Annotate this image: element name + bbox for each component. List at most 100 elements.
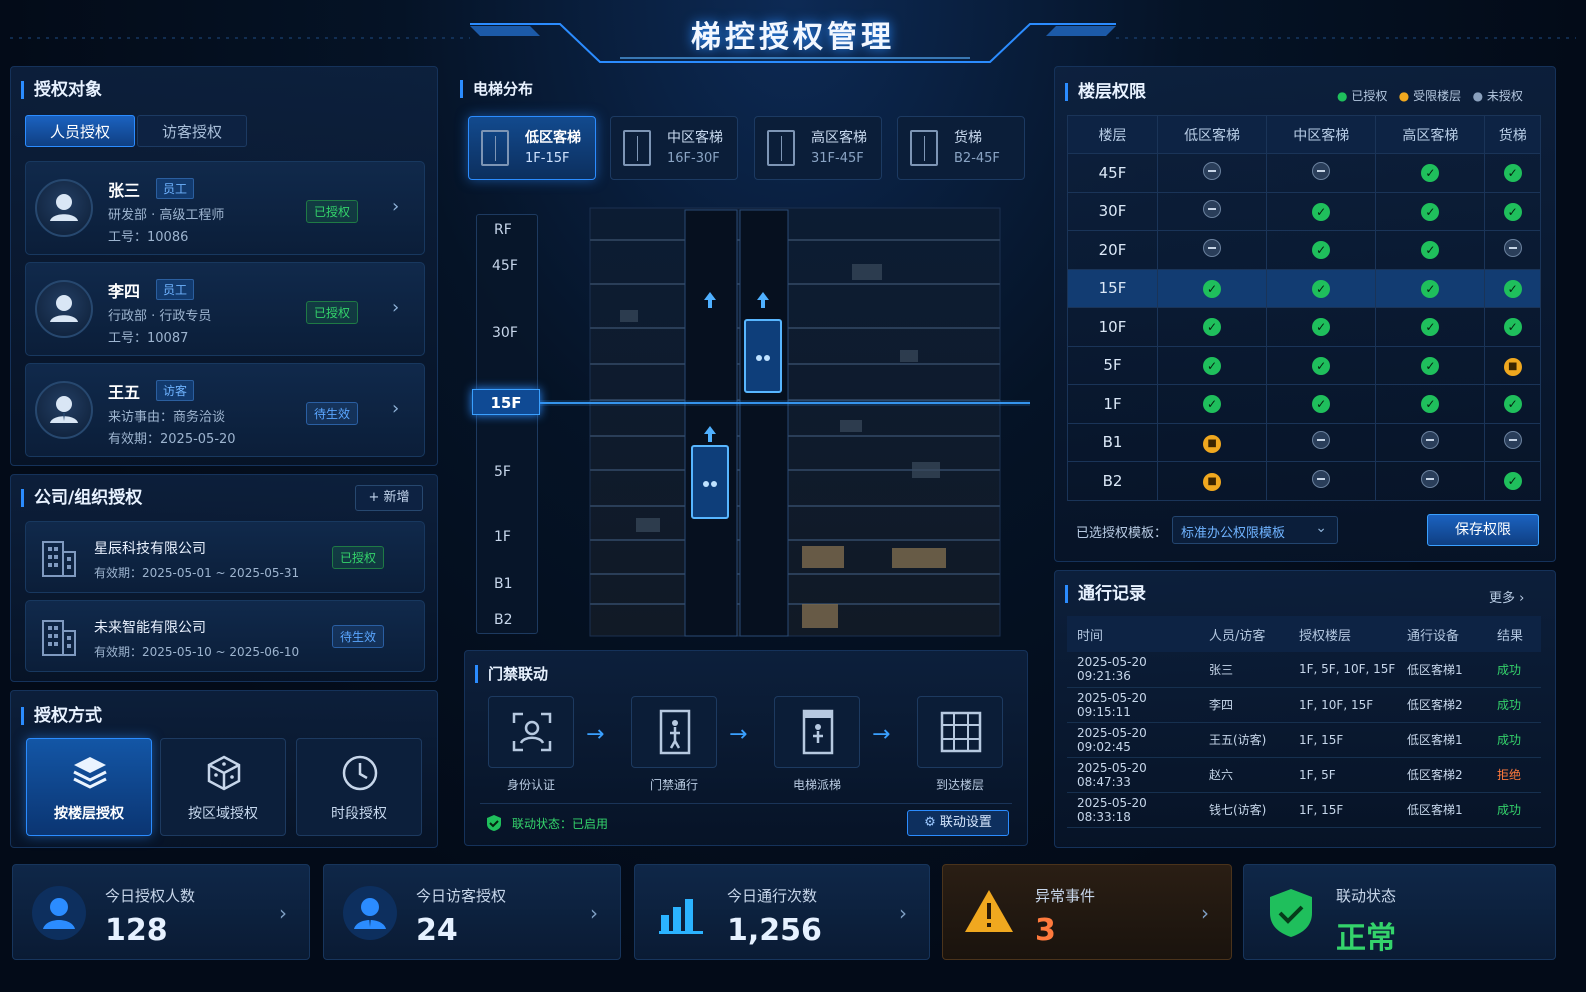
check-circle-icon: ✓ — [1312, 241, 1331, 260]
table-row[interactable]: 45F ✓ ✓ — [1067, 153, 1541, 193]
table-row[interactable]: 5F ✓ ✓ ✓ ■ — [1067, 345, 1541, 385]
permission-cell[interactable] — [1266, 153, 1377, 193]
floor-label: 30F — [492, 325, 518, 341]
org-card[interactable]: 星辰科技有限公司 有效期：2025-05-01 ~ 2025-05-31 已授权 — [25, 521, 425, 593]
check-circle-icon: ✓ — [1421, 202, 1440, 221]
org-card[interactable]: 未来智能有限公司 有效期：2025-05-10 ~ 2025-06-10 待生效 — [25, 600, 425, 672]
permission-cell[interactable]: ✓ — [1375, 191, 1486, 231]
permission-cell[interactable]: ✓ — [1375, 153, 1486, 193]
permission-cell[interactable]: ✓ — [1484, 461, 1541, 501]
permission-cell[interactable]: ■ — [1156, 422, 1268, 462]
permission-cell[interactable]: ✓ — [1375, 307, 1486, 347]
permission-cell[interactable] — [1375, 461, 1486, 501]
elevator-tab-freight[interactable]: 货梯 B2-45F — [897, 116, 1025, 180]
stat-card-link-status[interactable]: 联动状态 正常 — [1243, 864, 1556, 960]
permission-cell[interactable]: ✓ — [1375, 230, 1486, 270]
person-name: 李四 — [108, 282, 141, 301]
permission-cell[interactable]: ✓ — [1266, 384, 1377, 424]
permission-cell[interactable]: ✓ — [1375, 268, 1486, 308]
table-row[interactable]: 1F ✓ ✓ ✓ ✓ — [1067, 384, 1541, 424]
permission-cell[interactable]: ✓ — [1156, 307, 1268, 347]
user-icon — [50, 295, 78, 322]
elevator-icon — [623, 130, 651, 166]
permission-cell[interactable] — [1156, 230, 1268, 270]
permission-cell[interactable]: ✓ — [1484, 268, 1541, 308]
template-select[interactable]: 标准办公权限模板 ⌄ — [1172, 516, 1338, 544]
save-permission-button[interactable]: 保存权限 — [1427, 514, 1539, 546]
person-card[interactable]: 王五 访客 来访事由：商务洽谈 有效期：2025-05-20 待生效 › — [25, 363, 425, 457]
table-row[interactable]: 20F ✓ ✓ — [1067, 230, 1541, 270]
table-row[interactable]: 2025-05-20 08:33:18 钱七(访客) 1F, 15F 低区客梯1 成功 — [1067, 792, 1541, 828]
mode-by-time[interactable]: 时段授权 — [296, 738, 422, 836]
permission-cell[interactable]: ✓ — [1484, 191, 1541, 231]
permission-cell[interactable] — [1375, 422, 1486, 462]
floor-label-selected[interactable]: 15F — [472, 389, 540, 415]
check-circle-icon: ✓ — [1312, 318, 1331, 337]
table-row[interactable]: 2025-05-20 09:15:11 李四 1F, 10F, 15F 低区客梯2 成功 — [1067, 687, 1541, 723]
table-row[interactable]: 2025-05-20 09:02:45 王五(访客) 1F, 15F 低区客梯1 成功 — [1067, 722, 1541, 758]
tab-person-auth[interactable]: 人员授权 — [25, 115, 135, 147]
permission-cell[interactable]: ✓ — [1375, 384, 1486, 424]
permission-cell[interactable] — [1484, 230, 1541, 270]
table-row[interactable]: 30F ✓ ✓ ✓ — [1067, 191, 1541, 231]
elevator-tab-low[interactable]: 低区客梯 1F-15F — [468, 116, 596, 180]
chevron-right-icon[interactable]: › — [392, 398, 399, 419]
permission-cell[interactable]: ✓ — [1484, 307, 1541, 347]
chevron-right-icon[interactable]: › — [392, 196, 399, 217]
person-card[interactable]: 李四 员工 行政部 · 行政专员 工号：10087 已授权 › — [25, 262, 425, 356]
stat-card-visitor-auth[interactable]: 今日访客授权 24 › — [323, 864, 621, 960]
chevron-right-icon[interactable]: › — [392, 297, 399, 318]
mode-by-area[interactable]: 按区域授权 — [160, 738, 286, 836]
table-row[interactable]: 15F ✓ ✓ ✓ ✓ — [1067, 268, 1541, 308]
check-circle-icon: ✓ — [1203, 279, 1222, 298]
table-row[interactable]: 2025-05-20 08:47:33 赵六 1F, 5F 低区客梯2 拒绝 — [1067, 757, 1541, 793]
elevator-tab-mid[interactable]: 中区客梯 16F-30F — [610, 116, 738, 180]
link-settings-button[interactable]: ⚙ 联动设置 — [907, 810, 1009, 836]
mode-by-floor[interactable]: 按楼层授权 — [26, 738, 152, 836]
avatar — [35, 179, 93, 237]
tab-visitor-auth[interactable]: 访客授权 — [137, 115, 247, 147]
permission-cell[interactable]: ✓ — [1266, 191, 1377, 231]
permission-cell[interactable] — [1266, 461, 1377, 501]
permission-cell[interactable] — [1266, 422, 1377, 462]
record-cell: 低区客梯1 — [1397, 722, 1487, 758]
lock-icon: ■ — [1203, 434, 1222, 453]
floor-cell: 5F — [1067, 345, 1158, 385]
permission-cell[interactable] — [1156, 191, 1268, 231]
permission-cell[interactable] — [1156, 153, 1268, 193]
table-row[interactable]: 10F ✓ ✓ ✓ ✓ — [1067, 307, 1541, 347]
check-circle-icon: ✓ — [1203, 395, 1222, 414]
stat-card-anomaly[interactable]: 异常事件 3 › — [942, 864, 1232, 960]
permission-cell[interactable]: ✓ — [1266, 268, 1377, 308]
floor-table-body: 45F ✓ ✓ 30F ✓ ✓ ✓ 20F ✓ ✓ 15F ✓ ✓ ✓ ✓ 10F ✓ ✓ ✓ ✓ 5F ✓ ✓ ✓ ■ 1F ✓ ✓… — [1067, 153, 1541, 501]
person-name: 张三 — [108, 181, 141, 200]
permission-cell[interactable] — [1484, 422, 1541, 462]
record-cell: 2025-05-20 09:15:11 — [1067, 687, 1199, 723]
stat-card-auth-count[interactable]: 今日授权人数 128 › — [12, 864, 310, 960]
more-link[interactable]: 更多 › — [1489, 587, 1524, 606]
permission-cell[interactable]: ✓ — [1266, 307, 1377, 347]
table-row[interactable]: B2 ■ ✓ — [1067, 461, 1541, 501]
table-row[interactable]: B1 ■ — [1067, 422, 1541, 462]
user-icon — [32, 886, 86, 940]
add-org-button[interactable]: + 新增 — [355, 485, 423, 511]
permission-cell[interactable]: ✓ — [1266, 230, 1377, 270]
check-circle-icon: ✓ — [1421, 164, 1440, 183]
person-card[interactable]: 张三 员工 研发部 · 高级工程师 工号：10086 已授权 › — [25, 161, 425, 255]
elevator-tab-high[interactable]: 高区客梯 31F-45F — [754, 116, 882, 180]
permission-cell[interactable]: ■ — [1156, 461, 1268, 501]
permission-cell[interactable]: ✓ — [1156, 384, 1268, 424]
step-arrive — [917, 696, 1003, 768]
clock-icon — [342, 755, 378, 791]
permission-cell[interactable]: ✓ — [1156, 268, 1268, 308]
table-row[interactable]: 2025-05-20 09:21:36 张三 1F, 5F, 10F, 15F 低区客… — [1067, 652, 1541, 688]
permission-cell[interactable]: ✓ — [1484, 153, 1541, 193]
permission-cell[interactable]: ✓ — [1266, 345, 1377, 385]
permission-cell[interactable]: ✓ — [1484, 384, 1541, 424]
permission-cell[interactable]: ■ — [1484, 345, 1541, 385]
permission-cell[interactable]: ✓ — [1156, 345, 1268, 385]
stat-card-pass-count[interactable]: 今日通行次数 1,256 › — [634, 864, 930, 960]
org-auth-panel: 公司/组织授权 + 新增 星辰科技有限公司 有效期：2025-05-01 ~ 2… — [10, 474, 438, 682]
record-cell: 1F, 5F — [1289, 757, 1397, 793]
permission-cell[interactable]: ✓ — [1375, 345, 1486, 385]
